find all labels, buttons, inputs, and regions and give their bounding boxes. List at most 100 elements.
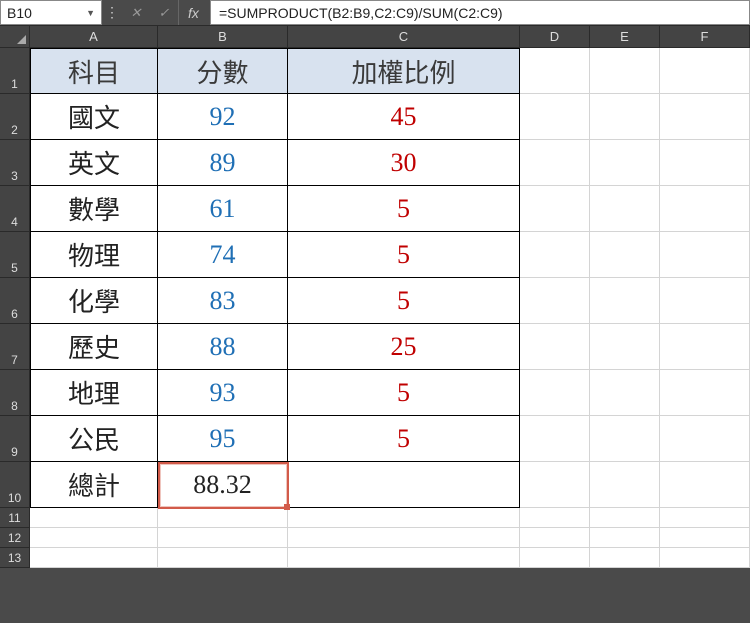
cell-D3[interactable] [520,140,590,186]
row-header-3[interactable]: 3 [0,140,30,186]
cell-C11[interactable] [288,508,520,528]
cell-A1[interactable]: 科目 [30,48,158,94]
cell-F11[interactable] [660,508,750,528]
cell-F8[interactable] [660,370,750,416]
cell-B8[interactable]: 93 [158,370,288,416]
cell-B12[interactable] [158,528,288,548]
row-header-2[interactable]: 2 [0,94,30,140]
cell-C2[interactable]: 45 [288,94,520,140]
formula-input[interactable]: =SUMPRODUCT(B2:B9,C2:C9)/SUM(C2:C9) [210,0,750,25]
cell-E1[interactable] [590,48,660,94]
cell-B10[interactable]: 88.32 [158,462,288,508]
cell-A5[interactable]: 物理 [30,232,158,278]
cell-C9[interactable]: 5 [288,416,520,462]
cancel-icon[interactable]: ✕ [122,0,150,25]
col-header-B[interactable]: B [158,26,288,48]
cell-C6[interactable]: 5 [288,278,520,324]
fx-icon[interactable]: fx [178,0,208,25]
cell-E8[interactable] [590,370,660,416]
cell-E13[interactable] [590,548,660,568]
cell-D5[interactable] [520,232,590,278]
row-header-1[interactable]: 1 [0,48,30,94]
col-header-F[interactable]: F [660,26,750,48]
cell-D12[interactable] [520,528,590,548]
cell-B9[interactable]: 95 [158,416,288,462]
row-header-6[interactable]: 6 [0,278,30,324]
cell-C12[interactable] [288,528,520,548]
name-box[interactable]: B10 ▼ [0,0,102,25]
cell-F4[interactable] [660,186,750,232]
cell-D10[interactable] [520,462,590,508]
chevron-down-icon[interactable]: ▼ [86,8,95,18]
cell-A3[interactable]: 英文 [30,140,158,186]
cell-B11[interactable] [158,508,288,528]
cell-A8[interactable]: 地理 [30,370,158,416]
cell-F3[interactable] [660,140,750,186]
row-header-10[interactable]: 10 [0,462,30,508]
cell-A7[interactable]: 歷史 [30,324,158,370]
cell-F10[interactable] [660,462,750,508]
cell-C13[interactable] [288,548,520,568]
cell-C7[interactable]: 25 [288,324,520,370]
cell-D7[interactable] [520,324,590,370]
cell-A11[interactable] [30,508,158,528]
col-header-E[interactable]: E [590,26,660,48]
cell-C8[interactable]: 5 [288,370,520,416]
cell-E12[interactable] [590,528,660,548]
cell-D8[interactable] [520,370,590,416]
cell-C10[interactable] [288,462,520,508]
cell-F12[interactable] [660,528,750,548]
cell-E6[interactable] [590,278,660,324]
row-header-5[interactable]: 5 [0,232,30,278]
cell-D9[interactable] [520,416,590,462]
cell-B3[interactable]: 89 [158,140,288,186]
col-header-C[interactable]: C [288,26,520,48]
cell-B4[interactable]: 61 [158,186,288,232]
cell-A6[interactable]: 化學 [30,278,158,324]
cell-D4[interactable] [520,186,590,232]
cell-A2[interactable]: 國文 [30,94,158,140]
cell-C5[interactable]: 5 [288,232,520,278]
row-header-13[interactable]: 13 [0,548,30,568]
cell-B6[interactable]: 83 [158,278,288,324]
cell-B2[interactable]: 92 [158,94,288,140]
cell-E10[interactable] [590,462,660,508]
cell-D6[interactable] [520,278,590,324]
cell-E4[interactable] [590,186,660,232]
col-header-D[interactable]: D [520,26,590,48]
cell-F9[interactable] [660,416,750,462]
cell-C3[interactable]: 30 [288,140,520,186]
row-header-8[interactable]: 8 [0,370,30,416]
cell-D11[interactable] [520,508,590,528]
row-header-7[interactable]: 7 [0,324,30,370]
cell-F5[interactable] [660,232,750,278]
cell-D1[interactable] [520,48,590,94]
cell-D2[interactable] [520,94,590,140]
row-header-9[interactable]: 9 [0,416,30,462]
confirm-icon[interactable]: ✓ [150,0,178,25]
cell-B1[interactable]: 分數 [158,48,288,94]
cell-E7[interactable] [590,324,660,370]
cell-B7[interactable]: 88 [158,324,288,370]
cell-B13[interactable] [158,548,288,568]
cell-A13[interactable] [30,548,158,568]
cell-C4[interactable]: 5 [288,186,520,232]
cell-C1[interactable]: 加權比例 [288,48,520,94]
cell-A10[interactable]: 總計 [30,462,158,508]
cell-F6[interactable] [660,278,750,324]
row-header-11[interactable]: 11 [0,508,30,528]
col-header-A[interactable]: A [30,26,158,48]
cell-E2[interactable] [590,94,660,140]
cell-A9[interactable]: 公民 [30,416,158,462]
cell-F13[interactable] [660,548,750,568]
row-header-4[interactable]: 4 [0,186,30,232]
cell-A12[interactable] [30,528,158,548]
cell-A4[interactable]: 數學 [30,186,158,232]
cell-F2[interactable] [660,94,750,140]
cell-E5[interactable] [590,232,660,278]
cell-F1[interactable] [660,48,750,94]
cell-D13[interactable] [520,548,590,568]
cell-E11[interactable] [590,508,660,528]
cell-B5[interactable]: 74 [158,232,288,278]
cell-E9[interactable] [590,416,660,462]
